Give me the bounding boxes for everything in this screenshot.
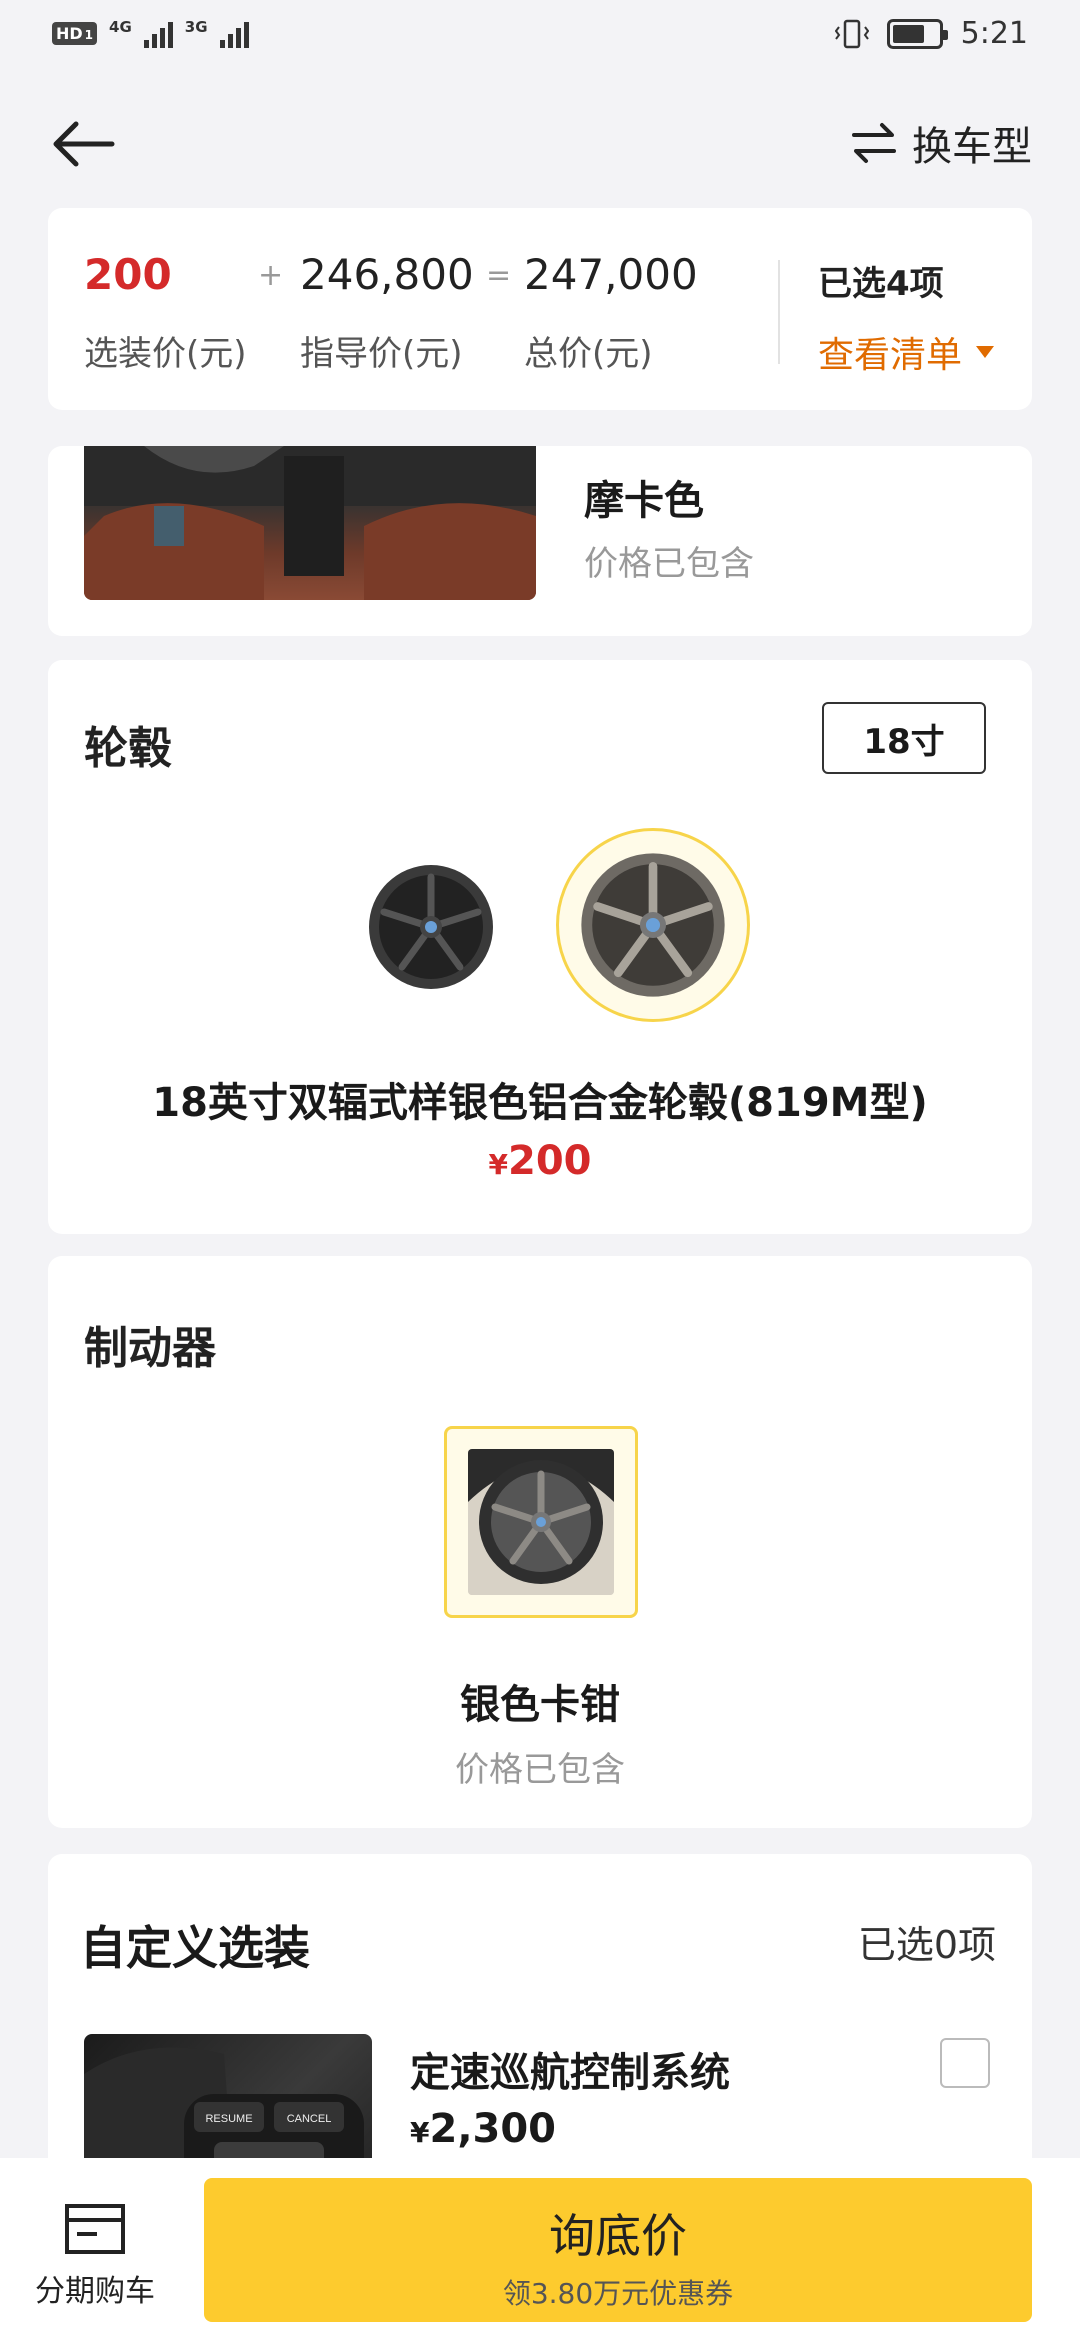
option-price-label: 选装价(元) — [84, 334, 247, 374]
plus-sign: + — [258, 258, 284, 293]
status-bar: HD 1 4G 3G 5:21 — [0, 0, 1080, 76]
top-nav: 换车型 — [0, 100, 1080, 190]
guide-price-label: 指导价(元) — [300, 334, 463, 374]
cruise-control-price: ¥2,300 — [410, 2106, 556, 2152]
cancel-button-text: CANCEL — [287, 2113, 332, 2125]
installment-label: 分期购车 — [35, 2274, 155, 2309]
caret-down-icon — [976, 346, 995, 358]
network-4g-label: 4G — [109, 18, 132, 36]
cruise-control-name: 定速巡航控制系统 — [410, 2050, 730, 2096]
total-price-label: 总价(元) — [524, 334, 653, 374]
equals-sign: = — [486, 258, 512, 293]
back-button[interactable] — [48, 114, 118, 174]
wheel-section-title: 轮毂 — [84, 723, 172, 774]
wheel-name: 18英寸双辐式样银色铝合金轮毂(819M型) — [152, 1080, 928, 1126]
custom-selected-count: 已选0项 — [857, 1923, 996, 1967]
brake-price-note: 价格已包含 — [455, 1750, 625, 1790]
view-list-button[interactable]: 查看清单 — [818, 326, 995, 378]
wheel-price-value: 200 — [507, 1138, 592, 1184]
installment-icon — [65, 2204, 125, 2254]
hd-badge: HD 1 — [52, 21, 98, 45]
wheel-icon-black — [369, 865, 493, 989]
option-price-value: 200 — [84, 250, 172, 299]
coupon-label: 领3.80万元优惠券 — [502, 2277, 734, 2310]
brake-name: 银色卡钳 — [460, 1682, 620, 1728]
wheel-size-label: 18寸 — [863, 721, 945, 762]
inquire-price-button[interactable]: 询底价 领3.80万元优惠券 — [204, 2178, 1032, 2322]
status-left: HD 1 4G 3G — [52, 18, 249, 48]
status-right: 5:21 — [834, 16, 1028, 51]
swap-icon — [852, 123, 896, 163]
wheel-option-black[interactable] — [364, 860, 498, 994]
interior-price-note: 价格已包含 — [584, 544, 754, 584]
divider — [778, 260, 780, 364]
selected-count: 已选4项 — [818, 264, 944, 304]
cruise-control-price-value: 2,300 — [429, 2106, 557, 2152]
battery-icon — [886, 18, 948, 49]
bottom-action-bar: 分期购车 询底价 领3.80万元优惠券 — [0, 2158, 1080, 2340]
brake-option-silver[interactable] — [444, 1426, 638, 1618]
brake-image — [468, 1449, 614, 1595]
installment-button[interactable]: 分期购车 — [30, 2202, 160, 2310]
inquire-price-label: 询底价 — [549, 2209, 687, 2263]
interior-name: 摩卡色 — [584, 478, 704, 524]
resume-button-text: RESUME — [205, 2113, 252, 2125]
brake-section-title: 制动器 — [84, 1323, 216, 1374]
view-list-label: 查看清单 — [818, 335, 963, 376]
wheel-icon-silver — [581, 853, 725, 997]
currency-symbol: ¥ — [488, 1148, 508, 1181]
wheel-card: 轮毂 18寸 18英寸双辐式样银色铝合金轮毂(819M型) ¥200 — [48, 660, 1032, 1234]
switch-model-button[interactable]: 换车型 — [850, 114, 1032, 172]
signal-icon — [143, 18, 173, 48]
custom-section-title: 自定义选装 — [80, 1921, 310, 1975]
clock: 5:21 — [960, 16, 1028, 51]
total-price-value: 247,000 — [524, 250, 698, 299]
guide-price-value: 246,800 — [300, 250, 474, 299]
wheel-option-silver[interactable] — [556, 828, 750, 1022]
price-summary-card: 200 选装价(元) + 246,800 指导价(元) = 247,000 总价… — [48, 208, 1032, 410]
cruise-control-checkbox[interactable] — [940, 2038, 990, 2088]
network-3g-label: 3G — [184, 18, 208, 36]
wheel-size-button[interactable]: 18寸 — [822, 702, 986, 774]
wheel-price: ¥200 — [48, 1138, 1032, 1184]
interior-image — [84, 446, 536, 600]
interior-color-card: 摩卡色 价格已包含 — [48, 446, 1032, 636]
switch-model-label: 换车型 — [912, 124, 1032, 170]
vibrate-icon — [834, 19, 869, 48]
brake-card: 制动器 银色卡钳 价格已包含 — [48, 1256, 1032, 1828]
currency-symbol-2: ¥ — [410, 2116, 430, 2149]
battery-fill — [892, 24, 925, 43]
custom-options-card: 自定义选装 已选0项 RESUME CANCEL 定速巡航控制系统 ¥2,300 — [48, 1854, 1032, 2194]
signal-icon-2 — [219, 18, 249, 48]
arrow-left-icon — [53, 121, 115, 167]
